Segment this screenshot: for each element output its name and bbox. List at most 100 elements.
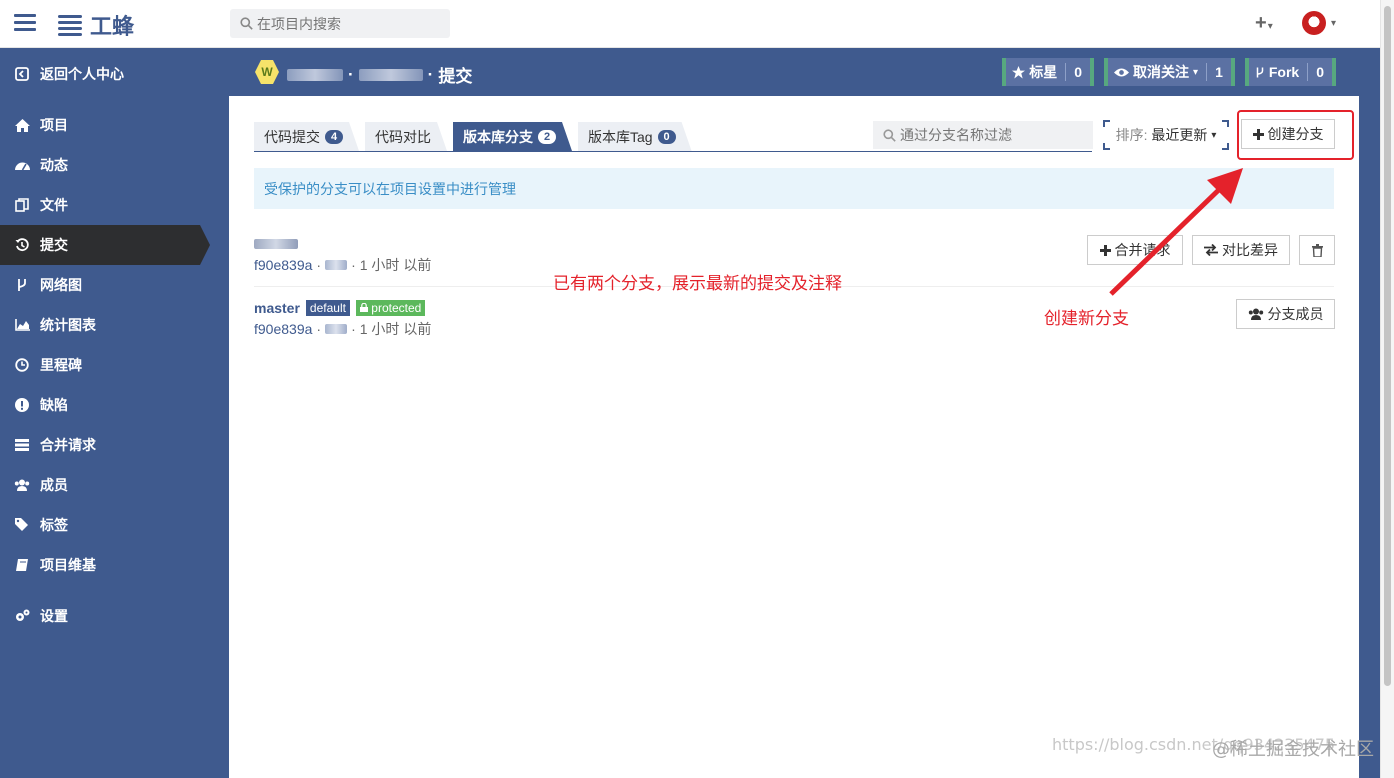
annotation-branches-note: 已有两个分支，展示最新的提交及注释 bbox=[553, 274, 842, 294]
tab-label: 代码提交 bbox=[264, 128, 320, 145]
count-badge: 4 bbox=[325, 130, 343, 144]
sidebar-item-label: 里程碑 bbox=[40, 357, 82, 373]
tab-label: 代码对比 bbox=[375, 128, 431, 145]
search-input[interactable] bbox=[257, 15, 437, 32]
sidebar-item-label: 项目 bbox=[40, 117, 68, 133]
sidebar-item-label: 统计图表 bbox=[40, 317, 96, 333]
book-icon bbox=[14, 557, 30, 573]
area-chart-icon bbox=[14, 317, 30, 333]
watch-button[interactable]: 取消关注 ▾ 1 bbox=[1104, 58, 1235, 86]
watch-label: 取消关注 bbox=[1133, 64, 1190, 80]
star-label: 标星 bbox=[1029, 64, 1058, 80]
fork-button[interactable]: Fork 0 bbox=[1244, 58, 1336, 86]
sidebar-item-label: 动态 bbox=[40, 157, 68, 173]
branch-name[interactable]: master bbox=[254, 300, 300, 316]
annotation-highlight-box bbox=[1237, 110, 1354, 160]
annotation-arrow-icon bbox=[1109, 168, 1243, 296]
fork-label: Fork bbox=[1268, 64, 1300, 80]
sidebar-item-issues[interactable]: 缺陷 bbox=[0, 385, 229, 425]
sidebar-item-charts[interactable]: 统计图表 bbox=[0, 305, 229, 345]
sidebar-item-milestones[interactable]: 里程碑 bbox=[0, 345, 229, 385]
sidebar-item-activity[interactable]: 动态 bbox=[0, 145, 229, 185]
tab-branches[interactable]: 版本库分支 2 bbox=[453, 122, 572, 151]
create-menu-button[interactable]: +▾ bbox=[1255, 12, 1273, 35]
logo-text: 工蜂 bbox=[90, 15, 135, 40]
repo-tabs: 代码提交 4 代码对比 版本库分支 2 版本库Tag 0 bbox=[254, 122, 698, 151]
sidebar-item-label: 标签 bbox=[40, 517, 68, 533]
eye-icon bbox=[1114, 68, 1130, 76]
lock-icon bbox=[359, 302, 368, 312]
trash-icon bbox=[1311, 243, 1323, 257]
project-header: W · · 提交 标星 0 取消关注 ▾ 1 Fork 0 bbox=[229, 48, 1380, 96]
breadcrumb-separator: · bbox=[348, 64, 354, 84]
bee-logo-icon bbox=[56, 12, 84, 38]
breadcrumb-current: 提交 bbox=[438, 67, 473, 86]
sidebar-item-network[interactable]: 网络图 bbox=[0, 265, 229, 305]
commit-hash[interactable]: f90e839a bbox=[254, 257, 312, 273]
chevron-down-icon: ▾ bbox=[1267, 21, 1273, 32]
page-scrollbar[interactable] bbox=[1380, 0, 1394, 778]
watermark-site: @稀土掘金技术社区 bbox=[1212, 739, 1374, 760]
exit-icon bbox=[14, 66, 30, 82]
sidebar-item-back-home[interactable]: 返回个人中心 bbox=[0, 54, 229, 94]
sidebar-item-commits[interactable]: 提交 bbox=[0, 225, 210, 265]
top-navbar: 工蜂 +▾ ▾ bbox=[0, 0, 1380, 48]
sidebar-item-merge-requests[interactable]: 合并请求 bbox=[0, 425, 229, 465]
tab-underline bbox=[254, 151, 1092, 152]
users-icon bbox=[1248, 308, 1263, 320]
tags-icon bbox=[14, 517, 30, 533]
chevron-down-icon[interactable]: ▾ bbox=[1331, 18, 1336, 29]
sidebar: 返回个人中心 项目 动态 文件 提交 网络图 统计图表 里程碑 缺陷 合并请求 … bbox=[0, 48, 229, 778]
chevron-down-icon: ▾ bbox=[1193, 66, 1199, 78]
branch-row: master default protected f90e839a · · 1 … bbox=[254, 299, 1335, 351]
exclamation-icon bbox=[14, 397, 30, 413]
star-button[interactable]: 标星 0 bbox=[1002, 58, 1095, 86]
menu-icon[interactable] bbox=[14, 14, 36, 32]
list-icon bbox=[14, 437, 30, 453]
sidebar-item-label: 返回个人中心 bbox=[40, 66, 124, 82]
branch-filter-input[interactable] bbox=[900, 127, 1090, 143]
watch-count: 1 bbox=[1206, 63, 1231, 81]
cogs-icon bbox=[14, 608, 30, 624]
tab-tags[interactable]: 版本库Tag 0 bbox=[578, 122, 692, 151]
project-actions: 标星 0 取消关注 ▾ 1 Fork 0 bbox=[1002, 58, 1336, 86]
sidebar-item-labels[interactable]: 标签 bbox=[0, 505, 229, 545]
tab-compare[interactable]: 代码对比 bbox=[365, 122, 447, 151]
user-avatar[interactable] bbox=[1302, 11, 1326, 35]
main-content: 代码提交 4 代码对比 版本库分支 2 版本库Tag 0 排序: 最近更新 ▾ … bbox=[229, 96, 1359, 778]
tab-commits[interactable]: 代码提交 4 bbox=[254, 122, 359, 151]
sidebar-item-project[interactable]: 项目 bbox=[0, 105, 229, 145]
chevron-down-icon: ▾ bbox=[1211, 129, 1217, 141]
search-icon bbox=[883, 128, 896, 142]
star-count: 0 bbox=[1065, 63, 1090, 81]
sidebar-item-label: 网络图 bbox=[40, 277, 82, 293]
project-search[interactable] bbox=[230, 9, 450, 38]
sidebar-item-members[interactable]: 成员 bbox=[0, 465, 229, 505]
protected-badge: protected bbox=[355, 300, 426, 316]
fork-count: 0 bbox=[1307, 63, 1332, 81]
users-icon bbox=[14, 477, 30, 493]
sidebar-item-label: 成员 bbox=[40, 477, 68, 493]
project-avatar[interactable]: W bbox=[255, 60, 279, 84]
history-icon bbox=[14, 237, 30, 253]
commit-hash[interactable]: f90e839a bbox=[254, 321, 312, 337]
star-icon bbox=[1012, 65, 1026, 79]
plus-icon: + bbox=[1255, 12, 1267, 34]
sidebar-item-files[interactable]: 文件 bbox=[0, 185, 229, 225]
count-badge: 2 bbox=[538, 130, 556, 144]
sidebar-item-settings[interactable]: 设置 bbox=[0, 596, 229, 636]
logo[interactable]: 工蜂 bbox=[56, 10, 134, 40]
redacted-branch-name[interactable] bbox=[254, 239, 298, 249]
delete-branch-button[interactable] bbox=[1299, 235, 1335, 265]
dashboard-icon bbox=[14, 157, 30, 173]
redacted-namespace[interactable] bbox=[287, 68, 343, 81]
branch-members-button[interactable]: 分支成员 bbox=[1236, 299, 1335, 329]
branch-filter[interactable] bbox=[873, 121, 1093, 149]
scrollbar-thumb[interactable] bbox=[1384, 6, 1391, 686]
sidebar-item-wiki[interactable]: 项目维基 bbox=[0, 545, 229, 585]
redacted-project-name[interactable] bbox=[358, 68, 423, 81]
default-badge: default bbox=[305, 300, 350, 316]
protected-label: protected bbox=[371, 301, 422, 315]
sort-dropdown[interactable]: 排序: 最近更新 ▾ bbox=[1103, 120, 1229, 150]
tab-label: 版本库Tag bbox=[588, 128, 653, 145]
